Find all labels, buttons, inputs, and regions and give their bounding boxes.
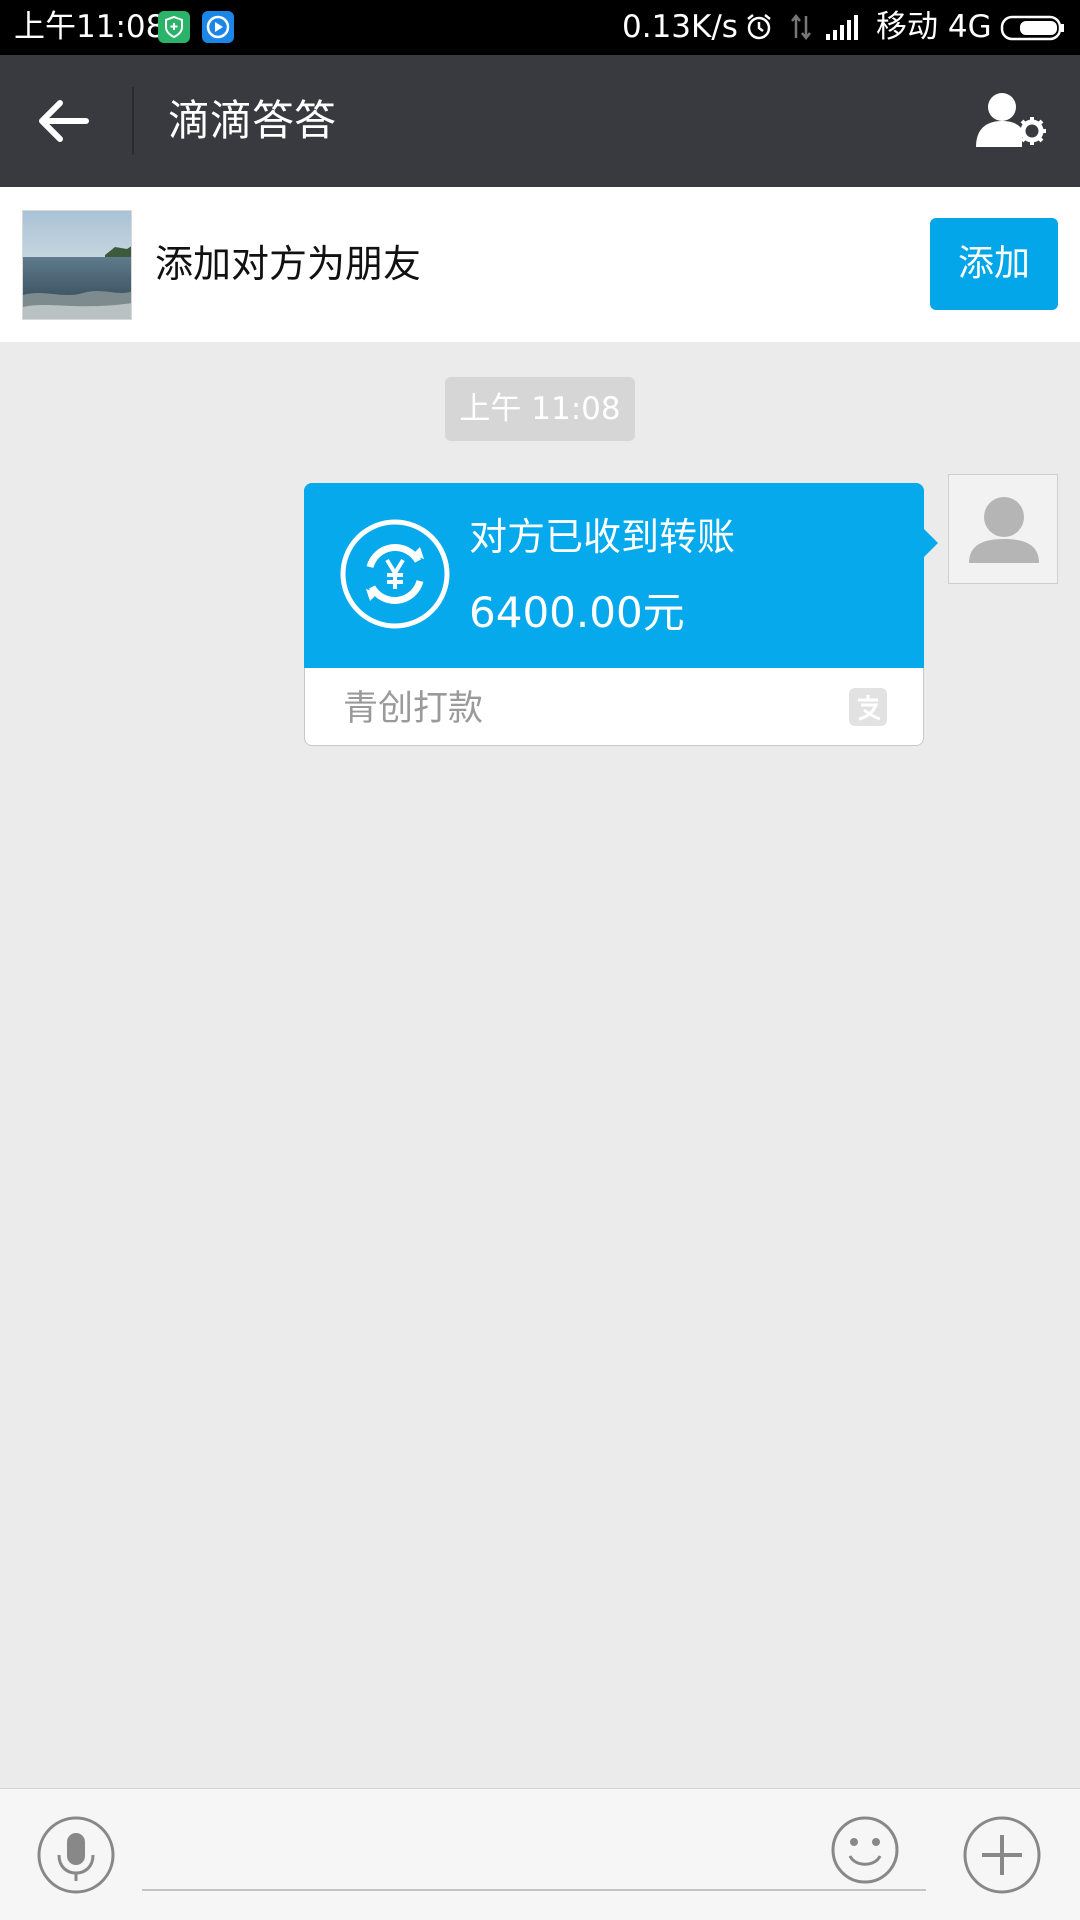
transfer-yen-icon — [340, 519, 450, 629]
carrier-label: 移动 4G — [876, 9, 992, 45]
transfer-note: 青创打款 — [343, 689, 484, 729]
bubble-tail — [924, 529, 938, 557]
battery-icon — [1000, 15, 1066, 45]
back-button[interactable] — [30, 91, 100, 151]
more-actions-button[interactable] — [962, 1815, 1042, 1895]
alipay-icon — [849, 688, 887, 726]
title-divider — [132, 87, 134, 155]
seascape-photo — [23, 211, 131, 319]
shield-icon — [158, 11, 190, 43]
transfer-message-card[interactable]: 对方已收到转账 6400.00元 青创打款 — [304, 483, 938, 746]
my-avatar[interactable] — [948, 474, 1058, 584]
player-icon — [202, 11, 234, 43]
signal-icon — [824, 12, 864, 46]
transfer-amount: 6400.00元 — [469, 588, 685, 637]
status-bar: 上午11:08 0.13K/s 移动 4G — [0, 0, 1080, 55]
contact-avatar[interactable] — [22, 210, 132, 320]
plus-icon — [963, 1816, 1041, 1894]
chat-title: 滴滴答答 — [168, 96, 337, 145]
status-time: 上午11:08 — [14, 9, 166, 45]
default-avatar-icon — [969, 497, 1039, 563]
message-timestamp: 上午 11:08 — [445, 377, 635, 441]
message-input[interactable] — [142, 1809, 926, 1891]
microphone-icon — [37, 1816, 115, 1894]
contact-settings-icon — [976, 93, 1046, 147]
back-arrow-icon — [39, 100, 89, 142]
add-friend-banner: 添加对方为朋友 添加 — [0, 187, 1080, 342]
chat-input-bar — [0, 1788, 1080, 1920]
emoji-button[interactable] — [830, 1815, 900, 1885]
contact-settings-button[interactable] — [972, 89, 1052, 153]
transfer-card-header: 对方已收到转账 6400.00元 — [304, 483, 938, 668]
add-friend-button[interactable]: 添加 — [930, 218, 1058, 310]
data-icon — [790, 12, 812, 46]
transfer-status: 对方已收到转账 — [469, 515, 736, 559]
emoji-icon — [831, 1816, 899, 1884]
alarm-icon — [744, 12, 774, 46]
network-speed: 0.13K/s — [622, 9, 738, 45]
add-friend-text: 添加对方为朋友 — [155, 242, 422, 286]
title-bar: 滴滴答答 — [0, 55, 1080, 187]
voice-input-button[interactable] — [36, 1815, 116, 1895]
